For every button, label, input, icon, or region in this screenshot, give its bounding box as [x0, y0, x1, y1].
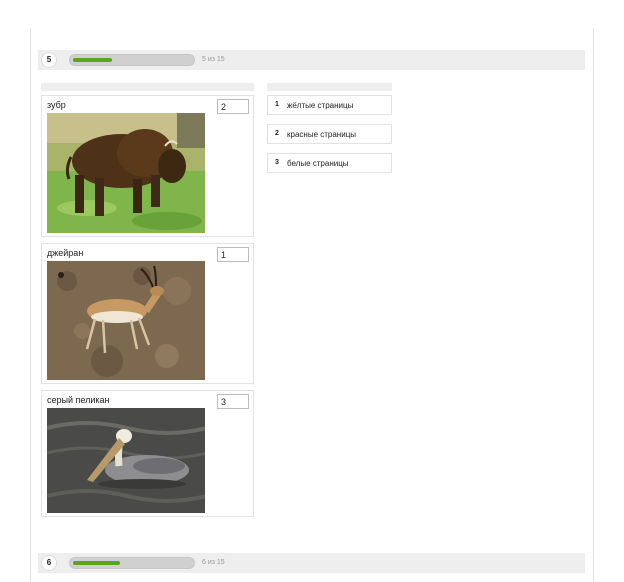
progress-fill	[73, 58, 112, 62]
question-count: 6 из 15	[202, 559, 225, 566]
answer-input[interactable]	[217, 394, 249, 409]
option-item[interactable]: 1 жёлтые страницы	[267, 95, 392, 115]
item-label: зубр	[47, 100, 66, 110]
question-number: 5	[41, 52, 57, 68]
option-number: 1	[275, 101, 279, 108]
options-column-header	[267, 83, 392, 91]
option-text: красные страницы	[287, 130, 357, 139]
option-item[interactable]: 3 белые страницы	[267, 153, 392, 173]
item-card: серый пеликан	[41, 390, 254, 517]
question-number: 6	[41, 555, 57, 571]
question-count: 5 из 15	[202, 56, 225, 63]
option-number: 2	[275, 130, 279, 137]
option-text: жёлтые страницы	[287, 101, 354, 110]
option-item[interactable]: 2 красные страницы	[267, 124, 392, 144]
question-header: 6 6 из 15	[38, 553, 585, 573]
question-header: 5 5 из 15	[38, 50, 585, 70]
item-card: джейран	[41, 243, 254, 384]
item-card: зубр	[41, 95, 254, 237]
answer-input[interactable]	[217, 99, 249, 114]
answer-input[interactable]	[217, 247, 249, 262]
pelican-photo	[47, 408, 205, 513]
progress-fill	[73, 561, 120, 565]
items-column-header	[41, 83, 254, 91]
option-number: 3	[275, 159, 279, 166]
item-label: серый пеликан	[47, 395, 110, 405]
progress-bar	[69, 557, 195, 569]
gazelle-photo	[47, 261, 205, 380]
option-text: белые страницы	[287, 159, 349, 168]
progress-bar	[69, 54, 195, 66]
bison-photo	[47, 113, 205, 233]
item-label: джейран	[47, 248, 84, 258]
